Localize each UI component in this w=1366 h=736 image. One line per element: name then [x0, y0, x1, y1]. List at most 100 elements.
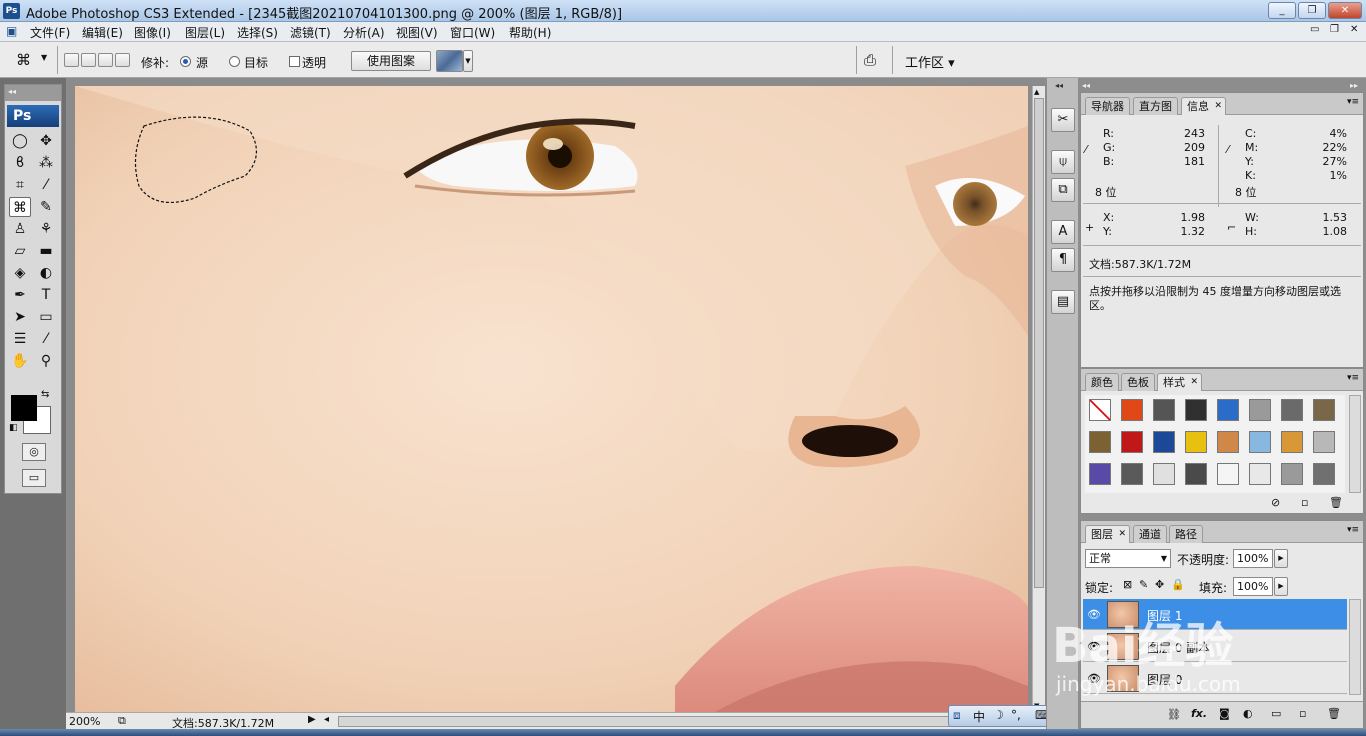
- menu-analysis[interactable]: 分析(A): [343, 24, 385, 41]
- style-swatch[interactable]: [1089, 399, 1111, 421]
- crop-tool-icon[interactable]: ⌗: [9, 175, 31, 195]
- style-swatch[interactable]: [1185, 399, 1207, 421]
- tab-close-icon[interactable]: ✕: [1118, 526, 1126, 543]
- style-swatch[interactable]: [1313, 399, 1335, 421]
- style-swatch[interactable]: [1185, 463, 1207, 485]
- status-info-icon[interactable]: ⧉: [118, 714, 126, 728]
- menu-select[interactable]: 选择(S): [237, 24, 278, 41]
- screen-mode-icon[interactable]: ▭: [22, 469, 46, 487]
- destination-radio[interactable]: [229, 56, 240, 67]
- opacity-input[interactable]: 100%: [1233, 549, 1273, 568]
- document-menu-icon[interactable]: ▣: [6, 24, 17, 38]
- link-layers-icon[interactable]: ⛓: [1167, 708, 1181, 721]
- zoom-tool-icon[interactable]: ⚲: [35, 351, 57, 371]
- scroll-left-icon[interactable]: ◂: [324, 714, 329, 725]
- vertical-scrollbar[interactable]: ▲ ▼: [1032, 86, 1045, 714]
- menu-image[interactable]: 图像(I): [134, 24, 171, 41]
- minimize-button[interactable]: _: [1268, 2, 1296, 19]
- tool-presets-icon[interactable]: ✂: [1051, 108, 1075, 132]
- tab-close-icon[interactable]: ✕: [1214, 98, 1222, 115]
- swap-colors-icon[interactable]: ⇆: [41, 389, 49, 400]
- brushes-icon[interactable]: ⍦: [1051, 150, 1075, 174]
- new-layer-icon[interactable]: ▫: [1299, 707, 1306, 720]
- fill-slider-arrow-icon[interactable]: ▶: [1274, 577, 1288, 596]
- close-window-button[interactable]: ✕: [1328, 2, 1362, 19]
- zoom-level[interactable]: 200%: [69, 715, 100, 728]
- tab-close-icon[interactable]: ✕: [1190, 374, 1198, 391]
- style-swatch[interactable]: [1217, 431, 1239, 453]
- style-swatch[interactable]: [1313, 463, 1335, 485]
- gradient-tool-icon[interactable]: ▬: [35, 241, 57, 261]
- fill-input[interactable]: 100%: [1233, 577, 1273, 596]
- paragraph-panel-icon[interactable]: ¶: [1051, 248, 1075, 272]
- use-pattern-button[interactable]: 使用图案: [351, 51, 431, 71]
- dock-collapse-icon[interactable]: ◂◂: [1055, 81, 1063, 90]
- magic-wand-tool-icon[interactable]: ⁂: [35, 153, 57, 173]
- style-swatch[interactable]: [1153, 463, 1175, 485]
- blend-mode-select[interactable]: 正常 ▼: [1085, 549, 1171, 568]
- eyedropper-tool-icon[interactable]: ⁄: [35, 329, 57, 349]
- lock-all-icon[interactable]: 🔒: [1171, 578, 1185, 591]
- styles-scrollbar[interactable]: [1349, 395, 1361, 493]
- menu-layer[interactable]: 图层(L): [185, 24, 225, 41]
- patch-tool-preset-icon[interactable]: ⌘: [16, 51, 31, 69]
- style-swatch[interactable]: [1185, 431, 1207, 453]
- tab-navigator[interactable]: 导航器: [1085, 97, 1130, 115]
- tab-layers[interactable]: 图层 ✕: [1085, 525, 1130, 543]
- style-swatch[interactable]: [1121, 463, 1143, 485]
- style-swatch[interactable]: [1217, 463, 1239, 485]
- restore-button[interactable]: ❐: [1298, 2, 1326, 19]
- style-swatch[interactable]: [1281, 431, 1303, 453]
- panel-expand-icon[interactable]: ▸▸: [1350, 81, 1358, 90]
- lasso-tool-icon[interactable]: ϐ: [9, 153, 31, 173]
- style-swatch[interactable]: [1089, 431, 1111, 453]
- doc-close-icon[interactable]: ✕: [1350, 24, 1358, 35]
- source-radio[interactable]: [180, 56, 191, 67]
- panel-menu-icon[interactable]: ▾≡: [1347, 97, 1359, 107]
- brush-tool-icon[interactable]: ✎: [35, 197, 57, 217]
- eraser-tool-icon[interactable]: ▱: [9, 241, 31, 261]
- style-swatch[interactable]: [1281, 399, 1303, 421]
- tab-info[interactable]: 信息 ✕: [1181, 97, 1226, 115]
- panel-collapse-icon[interactable]: ◂◂: [1082, 81, 1090, 90]
- horizontal-scroll-thumb[interactable]: [338, 716, 978, 727]
- menu-window[interactable]: 窗口(W): [450, 24, 495, 41]
- ime-logo-icon[interactable]: ⧈: [953, 708, 961, 723]
- opacity-slider-arrow-icon[interactable]: ▶: [1274, 549, 1288, 568]
- pattern-picker-swatch[interactable]: [436, 50, 463, 72]
- status-menu-arrow-icon[interactable]: ▶: [308, 714, 316, 725]
- style-swatch[interactable]: [1089, 463, 1111, 485]
- style-swatch[interactable]: [1249, 431, 1271, 453]
- new-group-icon[interactable]: ▭: [1271, 707, 1281, 720]
- type-tool-icon[interactable]: T: [35, 285, 57, 305]
- stamp-tool-icon[interactable]: ♙: [9, 219, 31, 239]
- preset-dropdown-arrow-icon[interactable]: ▼: [41, 53, 47, 62]
- layer-style-icon[interactable]: fx.: [1191, 707, 1207, 720]
- style-swatch[interactable]: [1121, 399, 1143, 421]
- tab-color[interactable]: 颜色: [1085, 373, 1119, 391]
- doc-restore-icon[interactable]: ❐: [1330, 24, 1339, 35]
- style-swatch[interactable]: [1121, 431, 1143, 453]
- slice-tool-icon[interactable]: ⁄: [35, 175, 57, 195]
- menu-filter[interactable]: 滤镜(T): [290, 24, 331, 41]
- layer-comps-icon[interactable]: ▤: [1051, 290, 1075, 314]
- clone-source-icon[interactable]: ⧉: [1051, 178, 1075, 202]
- notes-tool-icon[interactable]: ☰: [9, 329, 31, 349]
- style-swatch[interactable]: [1249, 463, 1271, 485]
- scroll-up-icon[interactable]: ▲: [1034, 88, 1044, 96]
- tab-styles[interactable]: 样式 ✕: [1157, 373, 1202, 391]
- style-swatch[interactable]: [1217, 399, 1239, 421]
- history-brush-tool-icon[interactable]: ⚘: [35, 219, 57, 239]
- hand-tool-icon[interactable]: ✋: [9, 351, 31, 371]
- menu-help[interactable]: 帮助(H): [509, 24, 551, 41]
- delete-style-icon[interactable]: 🗑: [1329, 496, 1343, 509]
- toolbox-header[interactable]: ◂◂: [5, 85, 61, 101]
- tab-paths[interactable]: 路径: [1169, 525, 1203, 543]
- dodge-tool-icon[interactable]: ◐: [35, 263, 57, 283]
- blur-tool-icon[interactable]: ◈: [9, 263, 31, 283]
- lock-image-icon[interactable]: ✎: [1139, 578, 1148, 591]
- panel-menu-icon[interactable]: ▾≡: [1347, 373, 1359, 383]
- delete-layer-icon[interactable]: 🗑: [1327, 707, 1341, 720]
- layers-scrollbar[interactable]: [1349, 599, 1361, 695]
- tab-channels[interactable]: 通道: [1133, 525, 1167, 543]
